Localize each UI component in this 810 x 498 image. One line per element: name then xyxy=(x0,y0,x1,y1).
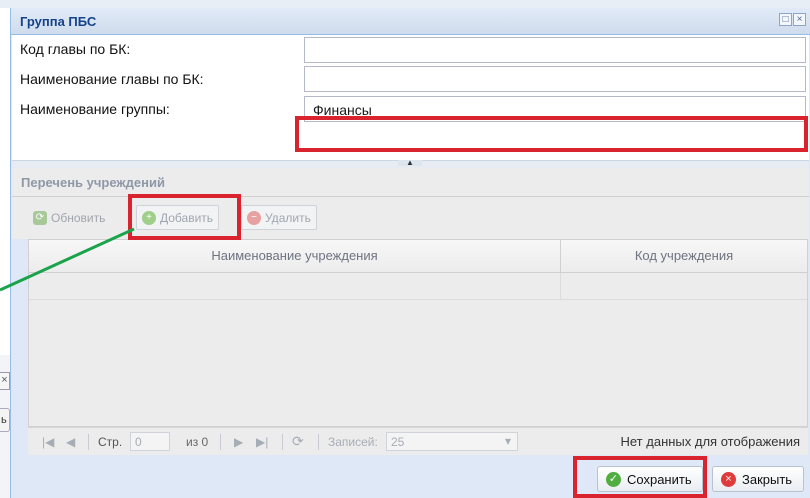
institutions-panel-header: Перечень учреждений xyxy=(12,168,809,197)
records-per-page-value: 25 xyxy=(391,435,405,449)
add-button-highlight xyxy=(128,194,241,240)
table-cell xyxy=(29,273,561,299)
pager-separator xyxy=(318,434,319,450)
first-page-icon[interactable]: |◀ xyxy=(42,435,54,449)
column-header-institution-code[interactable]: Код учреждения xyxy=(561,240,807,272)
chapter-code-label: Код главы по БК: xyxy=(20,41,131,57)
cancel-icon: × xyxy=(721,471,736,487)
close-label: Закрыть xyxy=(742,471,793,487)
pager-separator xyxy=(282,434,283,450)
background-button[interactable]: ь xyxy=(0,408,10,432)
empty-grid-message: Нет данных для отображения xyxy=(620,434,801,449)
chapter-code-input[interactable] xyxy=(304,37,806,63)
records-label: Записей: xyxy=(328,435,378,449)
next-page-icon[interactable]: ▶ xyxy=(234,435,243,449)
chapter-name-input[interactable] xyxy=(304,66,806,92)
chevron-down-icon: ▾ xyxy=(504,434,511,448)
paging-toolbar: |◀ ◀ Стр. 0 из 0 ▶ ▶| ⟳ Записей: 25 ▾ Не… xyxy=(28,427,808,456)
last-page-icon[interactable]: ▶| xyxy=(256,435,268,449)
background-button-label: ь xyxy=(1,414,7,426)
close-button[interactable]: × Закрыть xyxy=(712,466,804,492)
table-row[interactable] xyxy=(29,273,807,300)
minus-icon: − xyxy=(247,210,261,225)
delete-label: Удалить xyxy=(265,210,311,225)
page-count-label: из 0 xyxy=(186,435,209,449)
dialog-titlebar[interactable]: Группа ПБС □ × xyxy=(11,8,810,35)
page-number-input[interactable]: 0 xyxy=(130,432,170,451)
collapse-arrow-icon[interactable]: ▲ xyxy=(398,159,422,167)
group-name-highlight xyxy=(295,116,808,152)
column-header-institution-name[interactable]: Наименование учреждения xyxy=(29,240,561,272)
background-window-edge xyxy=(0,0,810,8)
institutions-panel-title: Перечень учреждений xyxy=(21,175,165,190)
records-per-page-select[interactable]: 25 ▾ xyxy=(386,432,518,451)
dialog-title: Группа ПБС xyxy=(20,14,97,29)
prev-page-icon[interactable]: ◀ xyxy=(66,435,75,449)
chapter-name-label: Наименование главы по БК: xyxy=(20,71,204,87)
page-label: Стр. xyxy=(98,435,123,449)
refresh-label: Обновить xyxy=(51,210,106,225)
institutions-grid: Наименование учреждения Код учреждения xyxy=(28,239,808,427)
group-name-label: Наименование группы: xyxy=(20,101,170,117)
refresh-page-icon[interactable]: ⟳ xyxy=(292,433,304,450)
refresh-icon: ⟳ xyxy=(33,210,47,225)
delete-button[interactable]: − Удалить xyxy=(241,205,317,230)
pager-separator xyxy=(88,434,89,450)
background-close-icon[interactable]: × xyxy=(0,372,10,390)
group-pbs-dialog: Группа ПБС □ × Код главы по БК: Наименов… xyxy=(10,8,810,498)
grid-header: Наименование учреждения Код учреждения xyxy=(29,240,807,273)
save-button-highlight xyxy=(573,456,707,498)
pager-separator xyxy=(220,434,221,450)
maximize-icon[interactable]: □ xyxy=(779,13,792,26)
close-icon[interactable]: × xyxy=(793,13,806,26)
refresh-button[interactable]: ⟳ Обновить xyxy=(28,205,110,230)
